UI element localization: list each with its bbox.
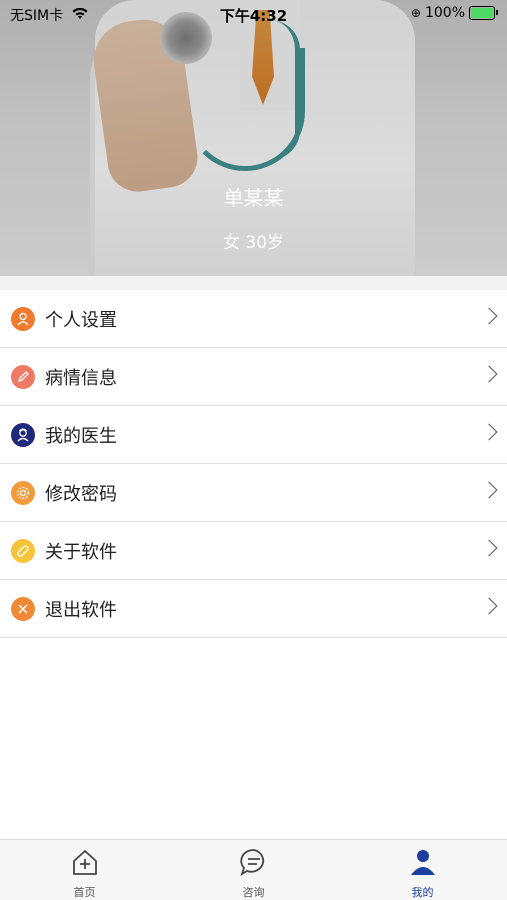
menu-item-exit-software[interactable]: 退出软件	[0, 580, 507, 638]
person-icon	[11, 306, 35, 331]
tab-mine-label: 我的	[411, 886, 434, 899]
user-gender-age: 女 30岁	[222, 233, 285, 253]
chevron-right-icon	[480, 423, 498, 441]
info-pill-icon	[11, 538, 35, 563]
gear-icon	[11, 480, 35, 505]
user-name: 单某某	[223, 186, 284, 210]
menu-label: 个人设置	[45, 309, 117, 331]
status-right: ⊕ 100%	[410, 5, 498, 21]
profile-header: 无SIM卡 下午4:32 ⊕ 100% 单某某 女 30岁	[0, 0, 507, 276]
home-icon	[70, 847, 100, 881]
menu-label: 关于软件	[45, 541, 117, 563]
orientation-lock-icon: ⊕	[410, 6, 421, 20]
battery-percent: 100%	[424, 5, 465, 21]
menu-item-my-doctor[interactable]: 我的医生	[0, 406, 507, 464]
tab-consult[interactable]: 咨询	[169, 840, 338, 900]
chevron-right-icon	[480, 365, 498, 383]
chevron-right-icon	[480, 597, 498, 615]
close-icon	[11, 596, 35, 621]
menu-item-about-software[interactable]: 关于软件	[0, 522, 507, 580]
menu-item-condition-info[interactable]: 病情信息	[0, 348, 507, 406]
menu-label: 我的医生	[45, 425, 117, 447]
menu-item-change-password[interactable]: 修改密码	[0, 464, 507, 522]
chat-bubble-icon	[239, 847, 269, 881]
tab-home[interactable]: 首页	[0, 840, 169, 900]
settings-menu: 个人设置 病情信息 我的医生 修改密码 关于软件 退出软件	[0, 290, 507, 638]
menu-item-personal-settings[interactable]: 个人设置	[0, 290, 507, 348]
tab-bar: 首页 咨询 我的	[0, 839, 507, 900]
menu-label: 退出软件	[45, 599, 117, 621]
chevron-right-icon	[480, 307, 498, 325]
pencil-icon	[11, 364, 35, 389]
section-divider	[0, 276, 507, 290]
user-icon	[408, 847, 438, 881]
chevron-right-icon	[480, 481, 498, 499]
chevron-right-icon	[480, 539, 498, 557]
tab-home-label: 首页	[73, 886, 96, 899]
menu-label: 病情信息	[45, 367, 117, 389]
tab-consult-label: 咨询	[242, 886, 265, 899]
menu-label: 修改密码	[45, 483, 117, 505]
battery-icon	[469, 6, 498, 20]
doctor-icon	[11, 422, 35, 447]
tab-mine[interactable]: 我的	[338, 840, 507, 900]
status-bar: 无SIM卡 下午4:32 ⊕ 100%	[0, 0, 507, 28]
